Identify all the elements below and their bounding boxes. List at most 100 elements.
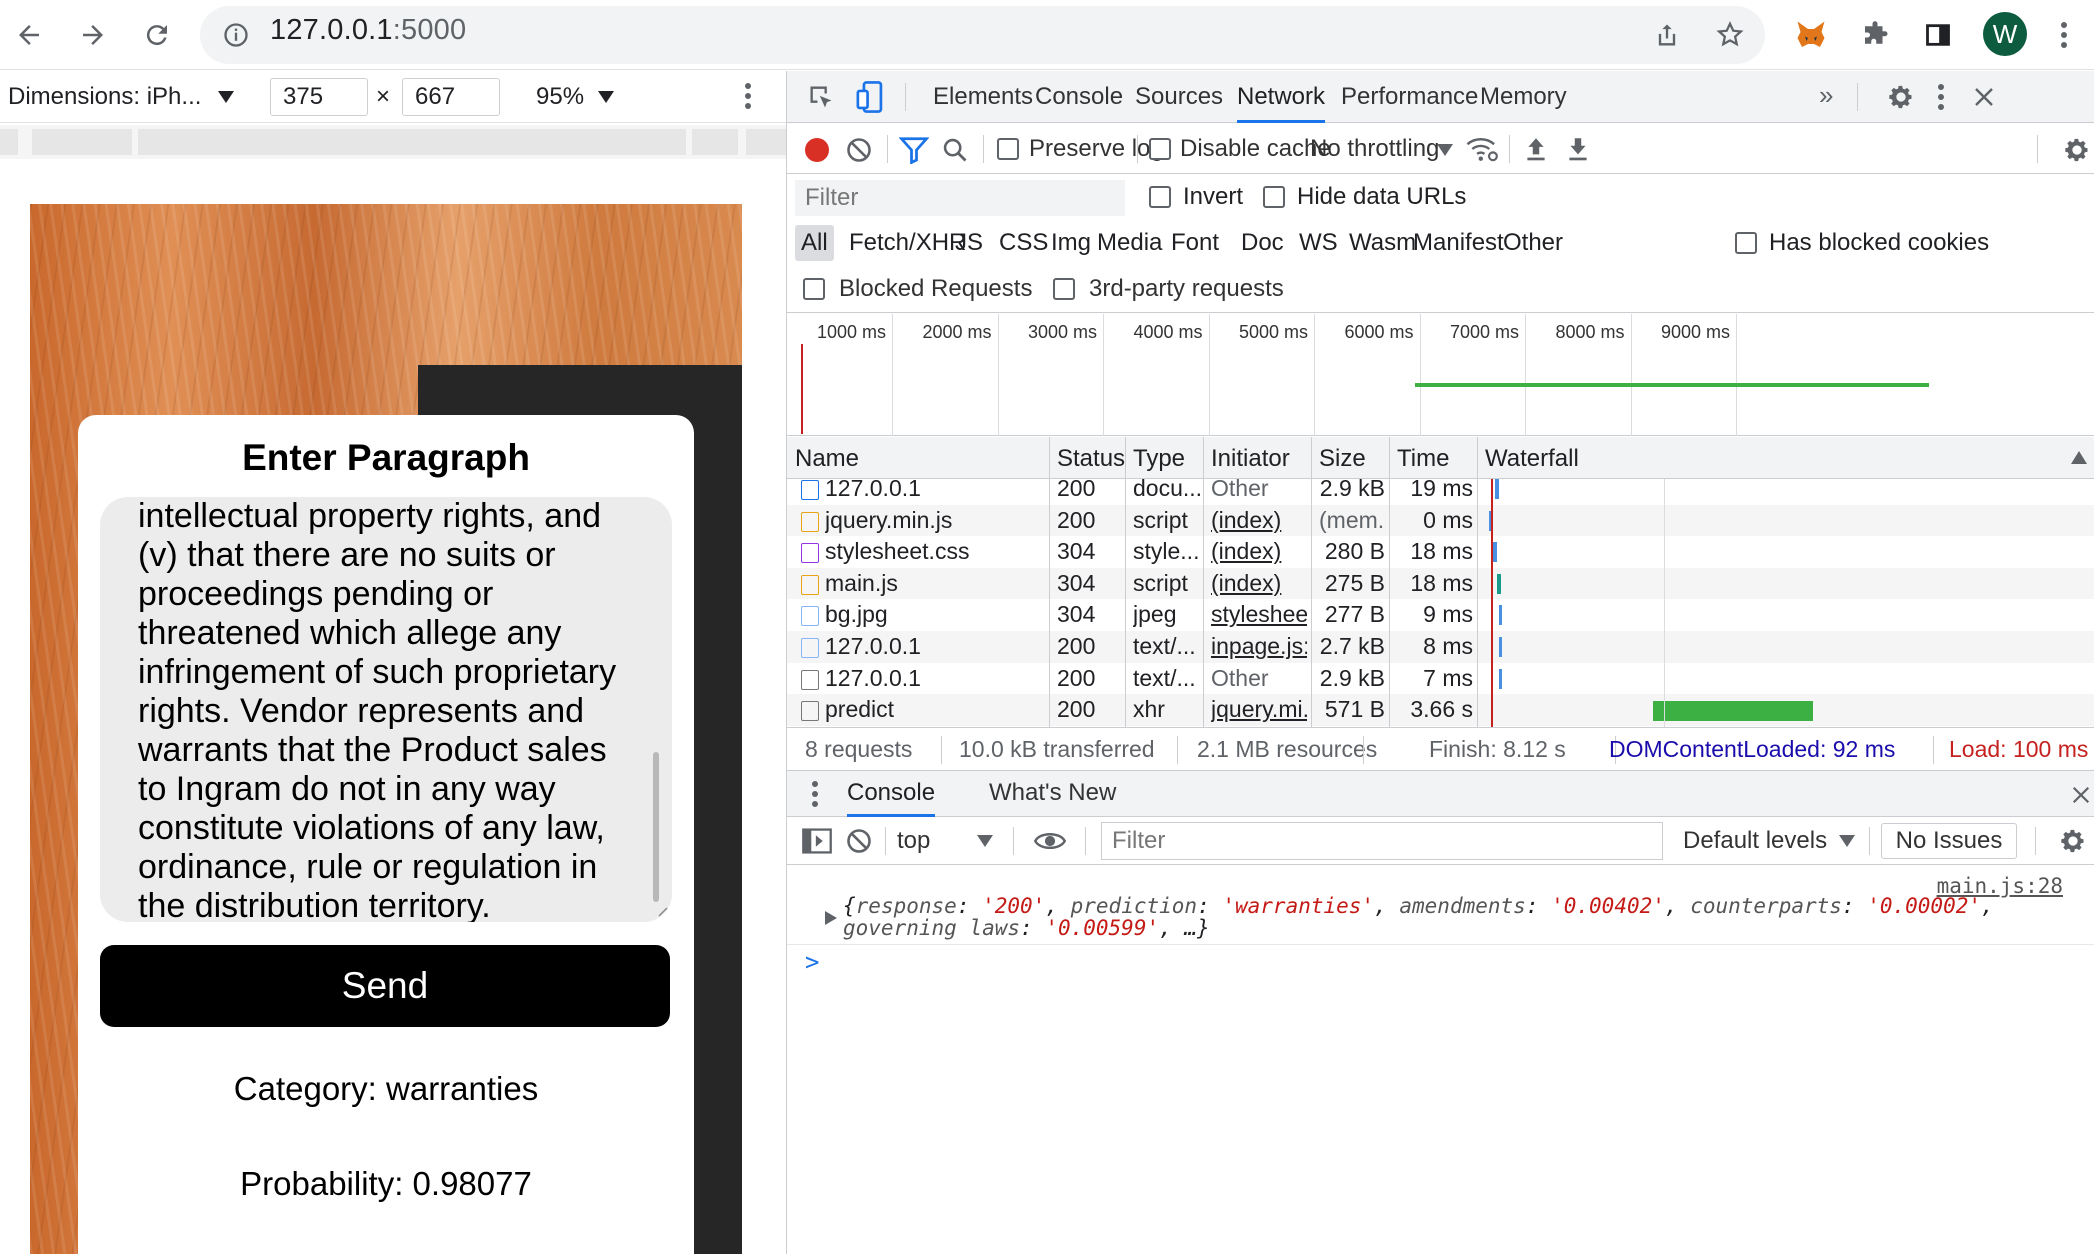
import-har-icon[interactable] bbox=[1523, 135, 1549, 163]
console-log-line-2[interactable]: governing laws: '0.00599', …} bbox=[843, 916, 1210, 940]
network-settings-gear-icon[interactable] bbox=[2063, 136, 2091, 164]
column-header-time[interactable]: Time bbox=[1397, 445, 1449, 473]
type-filter-other[interactable]: Other bbox=[1497, 225, 1569, 261]
third-party-checkbox[interactable] bbox=[1053, 278, 1075, 300]
type-filter-img[interactable]: Img bbox=[1045, 225, 1097, 261]
bookmark-button[interactable] bbox=[1705, 10, 1755, 60]
table-row[interactable]: 127.0.0.1 200 text/... inpage.js:1 2.7 kB 8 m… bbox=[787, 631, 2094, 663]
drawer-menu-icon[interactable] bbox=[811, 779, 819, 809]
export-har-icon[interactable] bbox=[1565, 135, 1591, 163]
column-separator[interactable] bbox=[1311, 437, 1312, 479]
invert-checkbox[interactable] bbox=[1149, 186, 1171, 208]
request-initiator[interactable]: (index) bbox=[1211, 568, 1307, 600]
request-initiator[interactable]: inpage.js:1 bbox=[1211, 631, 1307, 663]
tab-memory[interactable]: Memory bbox=[1480, 71, 1567, 123]
column-header-name[interactable]: Name bbox=[795, 445, 859, 473]
reload-button[interactable] bbox=[132, 10, 182, 60]
devtools-menu-icon[interactable] bbox=[1937, 82, 1945, 112]
close-drawer-icon[interactable] bbox=[2071, 785, 2091, 805]
expand-triangle-icon[interactable] bbox=[825, 911, 837, 925]
tab-performance[interactable]: Performance bbox=[1341, 71, 1478, 123]
type-filter-ws[interactable]: WS bbox=[1293, 225, 1344, 261]
column-header-type[interactable]: Type bbox=[1133, 445, 1185, 473]
tab-console[interactable]: Console bbox=[1035, 71, 1123, 123]
type-filter-font[interactable]: Font bbox=[1165, 225, 1225, 261]
type-filter-all[interactable]: All bbox=[795, 225, 834, 261]
column-header-status[interactable]: Status bbox=[1057, 445, 1125, 473]
paragraph-textarea[interactable]: intellectual property rights, and (v) tha… bbox=[100, 497, 672, 922]
filter-funnel-icon[interactable] bbox=[899, 136, 929, 164]
clear-icon[interactable] bbox=[845, 136, 873, 164]
table-row[interactable]: main.js 304 script (index) 275 B 18 ms bbox=[787, 567, 2094, 600]
type-filter-js[interactable]: JS bbox=[949, 225, 989, 261]
profile-avatar[interactable]: W bbox=[1983, 12, 2027, 56]
table-row[interactable]: stylesheet.css 304 style... (index) 280 B 18 … bbox=[787, 536, 2094, 568]
tab-network[interactable]: Network bbox=[1237, 71, 1326, 123]
type-filter-media[interactable]: Media bbox=[1091, 225, 1168, 261]
type-filter-doc[interactable]: Doc bbox=[1235, 225, 1290, 261]
zoom-select[interactable]: 95% bbox=[536, 83, 584, 111]
browser-menu-button[interactable] bbox=[2044, 10, 2084, 60]
device-menu-icon[interactable] bbox=[744, 81, 752, 111]
ruler-segment[interactable] bbox=[746, 129, 786, 155]
side-panel-button[interactable] bbox=[1913, 10, 1963, 60]
request-initiator[interactable]: jquery.mi... bbox=[1211, 694, 1307, 726]
column-separator[interactable] bbox=[1203, 437, 1204, 479]
ruler-segment[interactable] bbox=[0, 129, 18, 155]
column-separator[interactable] bbox=[1477, 437, 1478, 479]
table-row[interactable]: bg.jpg 304 jpeg styleshee... 277 B 9 ms bbox=[787, 599, 2094, 631]
width-input[interactable]: 375 bbox=[270, 78, 368, 116]
clear-console-icon[interactable] bbox=[845, 827, 873, 855]
disable-cache-checkbox[interactable] bbox=[1149, 138, 1171, 160]
preserve-log-checkbox[interactable] bbox=[997, 138, 1019, 160]
drawer-tab-whats-new[interactable]: What's New bbox=[989, 771, 1116, 817]
send-button[interactable]: Send bbox=[100, 945, 670, 1027]
column-separator[interactable] bbox=[1125, 437, 1126, 479]
table-row[interactable]: jquery.min.js 200 script (index) (mem... 0 ms bbox=[787, 504, 2094, 537]
issues-button[interactable]: No Issues bbox=[1881, 823, 2017, 859]
back-button[interactable] bbox=[4, 10, 54, 60]
console-filter-input[interactable]: Filter bbox=[1101, 822, 1663, 860]
log-levels-select[interactable]: Default levels bbox=[1683, 827, 1827, 855]
request-initiator[interactable]: (index) bbox=[1211, 505, 1307, 537]
metamask-extension[interactable] bbox=[1786, 10, 1836, 60]
url-text[interactable]: 127.0.0.1:5000 bbox=[270, 14, 466, 47]
table-row[interactable]: predict 200 xhr jquery.mi... 571 B 3.66 s bbox=[787, 694, 2094, 726]
hide-data-urls-checkbox[interactable] bbox=[1263, 186, 1285, 208]
table-row[interactable]: 127.0.0.1 200 docu... Other 2.9 kB 19 ms bbox=[787, 479, 2094, 505]
request-initiator[interactable]: styleshee... bbox=[1211, 599, 1307, 631]
type-filter-manifest[interactable]: Manifest bbox=[1407, 225, 1510, 261]
forward-button[interactable] bbox=[68, 10, 118, 60]
device-toggle-icon[interactable] bbox=[855, 80, 885, 114]
table-row[interactable]: 127.0.0.1 200 text/... Other 2.9 kB 7 ms bbox=[787, 663, 2094, 695]
settings-gear-icon[interactable] bbox=[1887, 83, 1915, 111]
context-select[interactable]: top bbox=[897, 827, 930, 855]
throttling-select[interactable]: No throttling bbox=[1310, 135, 1439, 163]
dimensions-select[interactable]: Dimensions: iPh... bbox=[8, 83, 201, 111]
network-filter-input[interactable]: Filter bbox=[795, 180, 1125, 216]
textarea-scrollbar[interactable] bbox=[653, 752, 659, 902]
height-input[interactable]: 667 bbox=[402, 78, 500, 116]
close-devtools-icon[interactable] bbox=[1973, 86, 1995, 108]
tab-sources[interactable]: Sources bbox=[1135, 71, 1223, 123]
record-icon[interactable] bbox=[803, 136, 831, 164]
tab-elements[interactable]: Elements bbox=[933, 71, 1033, 123]
console-settings-gear-icon[interactable] bbox=[2059, 827, 2087, 855]
share-button[interactable] bbox=[1642, 10, 1692, 60]
column-header-size[interactable]: Size bbox=[1319, 445, 1366, 473]
console-prompt[interactable]: > bbox=[805, 948, 819, 976]
has-blocked-cookies-checkbox[interactable] bbox=[1735, 232, 1757, 254]
column-header-waterfall[interactable]: Waterfall bbox=[1485, 445, 1579, 473]
ruler-segment[interactable] bbox=[692, 129, 738, 155]
column-separator[interactable] bbox=[1389, 437, 1390, 479]
console-log-line-1[interactable]: {response: '200', prediction: 'warrantie… bbox=[843, 894, 1994, 918]
request-initiator[interactable]: (index) bbox=[1211, 536, 1307, 568]
eye-icon[interactable] bbox=[1033, 828, 1067, 854]
network-overview-timeline[interactable]: 1000 ms 2000 ms 3000 ms 4000 ms 5000 ms 6000 … bbox=[787, 314, 2094, 436]
info-icon[interactable] bbox=[222, 21, 250, 49]
drawer-tab-console[interactable]: Console bbox=[847, 771, 936, 817]
search-icon[interactable] bbox=[941, 136, 969, 164]
column-header-initiator[interactable]: Initiator bbox=[1211, 445, 1290, 473]
sidebar-toggle-icon[interactable] bbox=[801, 827, 833, 855]
sort-ascending-icon[interactable] bbox=[2071, 451, 2087, 464]
